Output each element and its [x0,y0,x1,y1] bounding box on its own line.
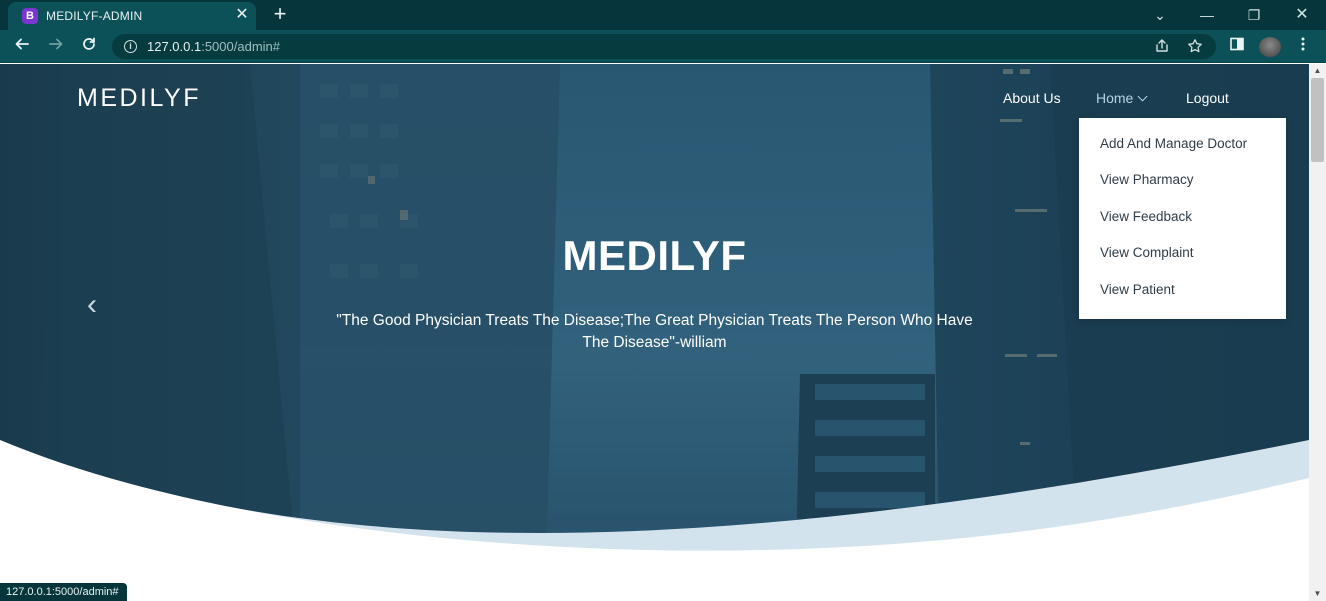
status-url-bubble: 127.0.0.1:5000/admin# [0,583,127,601]
forward-icon[interactable] [45,36,67,58]
window-close-icon[interactable]: ✕ [1292,5,1312,25]
nav-home-dropdown[interactable]: Home [1096,90,1148,106]
tab-title: MEDILYF-ADMIN [46,9,143,23]
reload-icon[interactable] [78,36,100,58]
home-dropdown-menu: Add And Manage Doctor View Pharmacy View… [1079,118,1286,319]
dropdown-item-view-patient[interactable]: View Patient [1100,282,1175,297]
hero-title: MEDILYF [562,232,747,279]
nav-home-label: Home [1096,90,1134,106]
site-info-icon[interactable]: i [124,40,137,53]
hero-quote-line-2: The Disease"-william [582,334,727,351]
kebab-menu-icon[interactable] [1292,36,1314,58]
brand-logo[interactable]: MEDILYF [77,84,201,113]
tab-favicon-icon: B [22,8,38,24]
carousel-prev-icon[interactable]: ‹ [80,290,104,320]
profile-avatar[interactable] [1259,37,1281,57]
browser-tab-strip: B MEDILYF-ADMIN ✕ + ⌄ — ❐ ✕ [0,0,1326,30]
tab-search-icon[interactable]: ⌄ [1150,5,1170,25]
new-tab-icon[interactable]: + [270,3,290,25]
tab-close-icon[interactable]: ✕ [234,7,250,23]
restore-icon[interactable]: ❐ [1244,5,1264,25]
dropdown-item-view-pharmacy[interactable]: View Pharmacy [1100,172,1194,187]
scroll-down-arrow-icon[interactable]: ▼ [1309,587,1326,601]
dropdown-item-add-manage-doctor[interactable]: Add And Manage Doctor [1100,136,1247,151]
side-panel-icon[interactable] [1226,36,1248,58]
page-scrollbar[interactable]: ▲ ▼ [1309,64,1326,601]
scrollbar-thumb[interactable] [1311,78,1324,162]
hero-quote: "The Good Physician Treats The Disease;T… [300,310,1009,354]
nav-about-us[interactable]: About Us [1003,90,1061,106]
scroll-up-arrow-icon[interactable]: ▲ [1309,64,1326,78]
dropdown-item-view-feedback[interactable]: View Feedback [1100,209,1192,224]
hero-section: MEDILYF About Us Home Logout Add And Man… [0,64,1309,601]
chevron-down-icon [1137,91,1148,102]
minimize-icon[interactable]: — [1197,5,1217,25]
browser-tab[interactable]: B MEDILYF-ADMIN ✕ [8,2,256,30]
url-text[interactable]: 127.0.0.1:5000/admin# [147,39,280,54]
bookmark-star-icon[interactable] [1186,38,1204,56]
back-icon[interactable] [11,36,33,58]
share-icon[interactable] [1153,38,1171,56]
hero-quote-line-1: "The Good Physician Treats The Disease;T… [336,312,973,329]
page-viewport: MEDILYF About Us Home Logout Add And Man… [0,64,1309,601]
address-bar[interactable]: i 127.0.0.1:5000/admin# [112,34,1216,59]
nav-logout[interactable]: Logout [1186,90,1229,106]
browser-toolbar: i 127.0.0.1:5000/admin# [0,30,1326,63]
